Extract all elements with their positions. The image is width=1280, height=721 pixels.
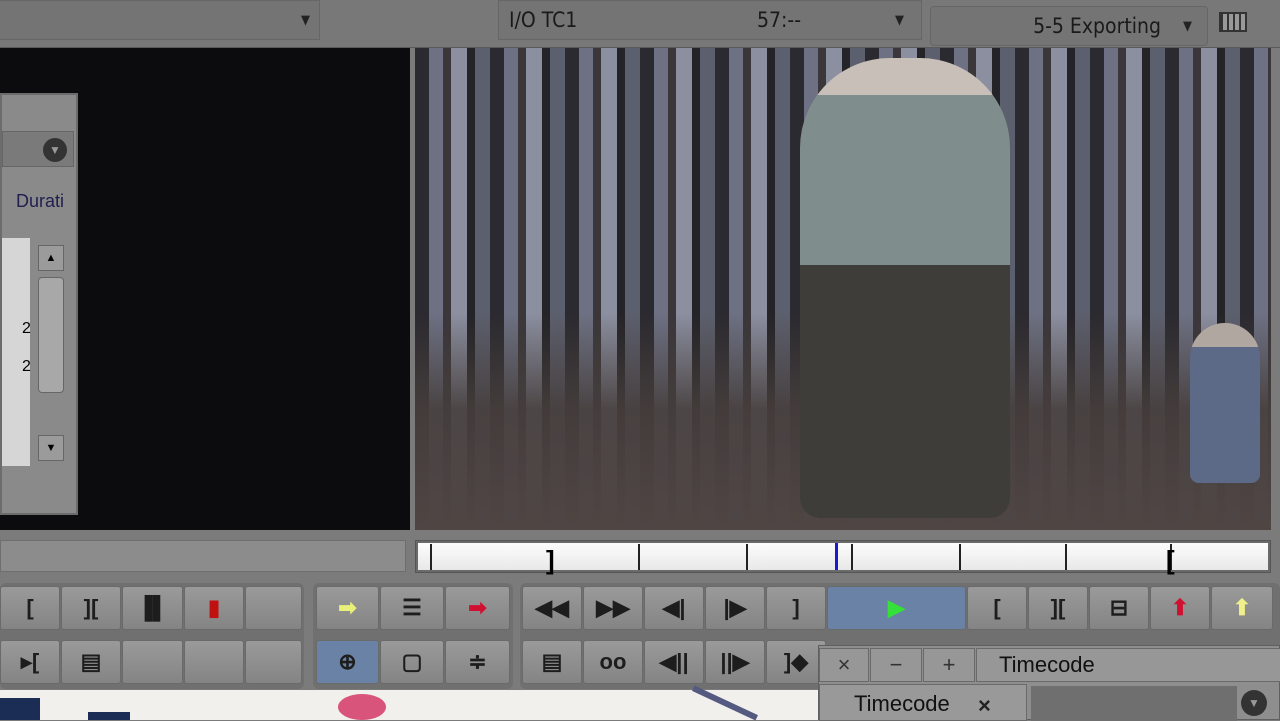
mark-clip-button[interactable]: ▸[: [0, 640, 60, 684]
mark-out-button[interactable]: ]: [766, 586, 826, 630]
io-value: 57:--: [757, 8, 802, 32]
mark-out-in-button[interactable]: ][: [61, 586, 121, 630]
step-forward-button[interactable]: |▶: [705, 586, 765, 630]
timecode-title: Timecode: [976, 648, 1280, 682]
empty-button[interactable]: [245, 586, 302, 630]
play-button[interactable]: ▶: [827, 586, 966, 630]
workspace-menu[interactable]: 5-5 Exporting ▼: [930, 6, 1208, 46]
position-indicator[interactable]: [835, 543, 838, 570]
close-icon[interactable]: ×: [819, 648, 869, 682]
io-label: I/O TC1: [509, 8, 578, 32]
step-forward-multiple-button[interactable]: ||▶: [705, 640, 765, 684]
list-icon[interactable]: ▤: [522, 640, 582, 684]
rewind-button[interactable]: ◀◀: [522, 586, 582, 630]
sliders-icon[interactable]: ≑: [445, 640, 510, 684]
add-locator-button[interactable]: ▮: [184, 586, 244, 630]
io-timecode-display[interactable]: I/O TC1 57:-- ▼: [498, 0, 922, 40]
minus-button[interactable]: −: [870, 648, 922, 682]
video-subject: [800, 58, 1010, 518]
desktop-background: [0, 685, 818, 721]
mark-in-button[interactable]: [: [967, 586, 1027, 630]
grid-icon[interactable]: [1219, 12, 1247, 32]
bin-list[interactable]: 2 2: [2, 238, 31, 466]
extract-button[interactable]: ⬆: [1211, 586, 1273, 630]
mark-clip-button[interactable]: ▐▌: [122, 586, 183, 630]
chevron-down-icon: ▼: [1183, 18, 1192, 34]
mark-in-button[interactable]: [: [0, 586, 60, 630]
toggle-source-record-button[interactable]: ⊕: [316, 640, 379, 684]
chevron-down-icon: ▼: [301, 12, 310, 28]
empty-button[interactable]: [245, 640, 302, 684]
fast-forward-button[interactable]: ▶▶: [583, 586, 643, 630]
empty-button[interactable]: [184, 640, 244, 684]
timecode-popup: × − + Timecode Timecode × ▼: [818, 645, 1280, 721]
cell-value: 2: [22, 320, 31, 337]
bin-window: ▼ Durati 2 2 ▲ ▼: [0, 93, 78, 515]
source-position-bar[interactable]: [0, 540, 406, 572]
lift-button[interactable]: ➡: [445, 586, 510, 630]
record-monitor-video[interactable]: [415, 48, 1271, 530]
mark-in-out-button[interactable]: ][: [1028, 586, 1088, 630]
top-toolbar: ▼ I/O TC1 57:-- ▼ 5-5 Exporting ▼: [0, 0, 1280, 48]
source-menu[interactable]: ▼: [0, 0, 320, 40]
record-position-bar[interactable]: ] [: [415, 540, 1271, 575]
close-icon[interactable]: ×: [978, 693, 991, 719]
plus-button[interactable]: +: [923, 648, 975, 682]
step-back-multiple-button[interactable]: ◀||: [644, 640, 704, 684]
go-to-mark-button[interactable]: ]◆: [766, 640, 826, 684]
lift-button[interactable]: ⬆: [1150, 586, 1210, 630]
column-header-duration[interactable]: Durati: [16, 191, 64, 212]
scrollbar-thumb[interactable]: [38, 277, 64, 393]
splice-in-button[interactable]: ➡: [316, 586, 379, 630]
empty-button[interactable]: [122, 640, 183, 684]
film-icon[interactable]: ▤: [61, 640, 121, 684]
monitor-icon[interactable]: ▢: [380, 640, 444, 684]
timecode-field[interactable]: [1031, 686, 1237, 721]
mark-out-marker: ]: [546, 545, 555, 575]
workspace-label: 5-5 Exporting: [1033, 14, 1161, 38]
cell-value: 2: [22, 358, 31, 375]
video-subject: [1190, 323, 1260, 483]
timecode-tab[interactable]: Timecode ×: [819, 684, 1027, 721]
film-icon[interactable]: ⊟: [1089, 586, 1149, 630]
overwrite-button[interactable]: ☰: [380, 586, 444, 630]
tab-label: Timecode: [854, 691, 950, 716]
mark-in-marker: [: [1166, 545, 1175, 575]
chevron-down-icon[interactable]: ▼: [43, 138, 67, 162]
scroll-up-button[interactable]: ▲: [38, 245, 64, 271]
chevron-down-icon[interactable]: ▼: [1241, 690, 1267, 716]
tape-icon[interactable]: oo: [583, 640, 643, 684]
scroll-down-button[interactable]: ▼: [38, 435, 64, 461]
bin-menu[interactable]: ▼: [2, 131, 74, 167]
step-back-button[interactable]: ◀|: [644, 586, 704, 630]
chevron-down-icon: ▼: [895, 12, 904, 28]
